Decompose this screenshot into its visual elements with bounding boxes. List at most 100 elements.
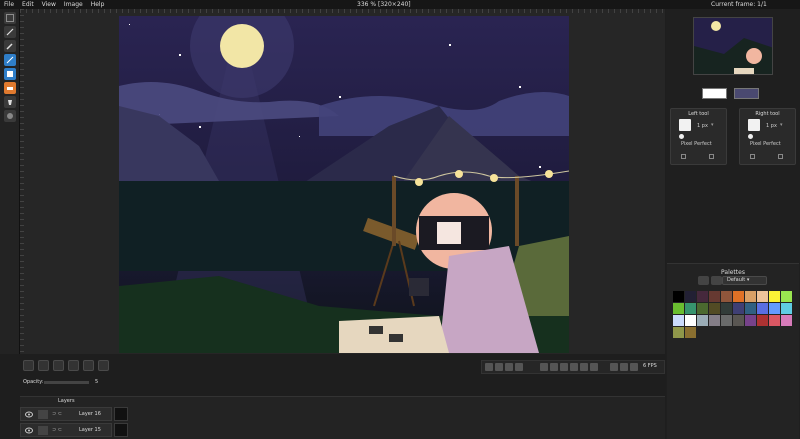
palette-swatch[interactable]	[721, 291, 732, 302]
right-option-checkbox[interactable]	[778, 154, 783, 159]
left-size-slider-handle[interactable]	[679, 134, 684, 139]
lock-icon[interactable]	[38, 410, 48, 419]
right-color-swatch[interactable]	[734, 88, 759, 99]
rect-select-tool[interactable]	[4, 12, 16, 24]
palette-swatch[interactable]	[697, 303, 708, 314]
palette-swatch[interactable]	[721, 303, 732, 314]
link-icon[interactable]: ⊃ ⊂	[52, 411, 62, 417]
play-backwards-button[interactable]	[560, 363, 568, 371]
menu-edit[interactable]: Edit	[22, 1, 34, 8]
remove-layer-button[interactable]	[38, 360, 49, 371]
left-tool-size[interactable]: 1 px	[697, 123, 708, 129]
opacity-value[interactable]: 5	[95, 379, 98, 385]
clone-layer-button[interactable]	[83, 360, 94, 371]
left-option-checkbox[interactable]	[709, 154, 714, 159]
right-size-chevron-icon[interactable]: ▾	[780, 122, 783, 128]
bucket-icon	[8, 100, 12, 105]
merge-layer-button[interactable]	[98, 360, 109, 371]
palette-swatch[interactable]	[733, 315, 744, 326]
last-frame-button[interactable]	[590, 363, 598, 371]
palette-swatch[interactable]	[781, 303, 792, 314]
edit-palette-button[interactable]	[711, 276, 722, 285]
menu-view[interactable]: View	[42, 1, 56, 8]
eye-icon[interactable]	[25, 411, 33, 418]
fps-value[interactable]: 6 FPS	[643, 363, 657, 369]
palette-swatch[interactable]	[709, 303, 720, 314]
palette-swatch[interactable]	[745, 291, 756, 302]
clone-frame-button[interactable]	[505, 363, 513, 371]
left-color-swatch[interactable]	[702, 88, 727, 99]
bucket-tool[interactable]	[4, 96, 16, 108]
rect-tool[interactable]	[4, 68, 16, 80]
palette-swatch[interactable]	[757, 315, 768, 326]
next-frame-button[interactable]	[580, 363, 588, 371]
vertical-ruler	[20, 9, 24, 354]
right-size-slider-handle[interactable]	[748, 134, 753, 139]
menu-file[interactable]: File	[4, 1, 14, 8]
onion-skin-button[interactable]	[610, 363, 618, 371]
palette-swatch[interactable]	[685, 315, 696, 326]
menu-image[interactable]: Image	[64, 1, 83, 8]
palette-swatch[interactable]	[673, 291, 684, 302]
right-pixel-perfect-checkbox[interactable]	[750, 154, 755, 159]
add-palette-button[interactable]	[698, 276, 709, 285]
move-layer-down-button[interactable]	[68, 360, 79, 371]
palette-swatch[interactable]	[781, 315, 792, 326]
loop-button[interactable]	[620, 363, 628, 371]
move-layer-up-button[interactable]	[53, 360, 64, 371]
palette-swatch[interactable]	[673, 327, 684, 338]
canvas-workspace[interactable]	[20, 9, 665, 354]
previous-frame-button[interactable]	[550, 363, 558, 371]
canvas-preview[interactable]	[693, 17, 773, 75]
lock-icon[interactable]	[38, 426, 48, 435]
menu-help[interactable]: Help	[91, 1, 105, 8]
palette-swatch[interactable]	[721, 315, 732, 326]
opacity-slider[interactable]	[44, 381, 89, 384]
palette-swatch[interactable]	[697, 315, 708, 326]
left-size-chevron-icon[interactable]: ▾	[711, 122, 714, 128]
pencil-tool[interactable]	[4, 26, 16, 38]
eye-icon[interactable]	[25, 427, 33, 434]
layer-row[interactable]: ⊃ ⊂ Layer 15	[20, 423, 112, 437]
frame-properties-button[interactable]	[515, 363, 523, 371]
palette-swatch[interactable]	[733, 291, 744, 302]
palette-swatch[interactable]	[685, 303, 696, 314]
left-tool-options: Left tool 1 px ▾ Pixel Perfect	[670, 108, 727, 165]
drawing-canvas[interactable]	[119, 16, 569, 353]
palette-select[interactable]: Default ▾	[722, 276, 767, 285]
palette-swatch[interactable]	[709, 291, 720, 302]
right-brush-preview[interactable]	[748, 119, 760, 131]
palette-swatch[interactable]	[673, 315, 684, 326]
palette-swatch[interactable]	[757, 291, 768, 302]
remove-frame-button[interactable]	[495, 363, 503, 371]
shading-tool[interactable]	[4, 110, 16, 122]
palette-swatch[interactable]	[685, 327, 696, 338]
palette-swatch[interactable]	[769, 315, 780, 326]
brush-tool[interactable]	[4, 40, 16, 52]
palette-swatch[interactable]	[757, 303, 768, 314]
eraser-tool[interactable]	[4, 82, 16, 94]
palette-swatch[interactable]	[745, 315, 756, 326]
palette-swatch[interactable]	[685, 291, 696, 302]
palette-swatch[interactable]	[709, 315, 720, 326]
palette-swatch[interactable]	[697, 291, 708, 302]
add-layer-button[interactable]	[23, 360, 34, 371]
add-frame-button[interactable]	[485, 363, 493, 371]
line-tool[interactable]	[4, 54, 16, 66]
first-frame-button[interactable]	[540, 363, 548, 371]
palette-swatch[interactable]	[745, 303, 756, 314]
palette-swatch[interactable]	[769, 291, 780, 302]
link-icon[interactable]: ⊃ ⊂	[52, 427, 62, 433]
left-brush-preview[interactable]	[679, 119, 691, 131]
left-pixel-perfect-checkbox[interactable]	[681, 154, 686, 159]
palette-swatch[interactable]	[673, 303, 684, 314]
right-pixel-perfect-label: Pixel Perfect	[750, 141, 781, 147]
palette-swatch[interactable]	[769, 303, 780, 314]
layer-row[interactable]: ⊃ ⊂ Layer 16	[20, 407, 112, 421]
fps-settings-button[interactable]	[630, 363, 638, 371]
palette-swatch[interactable]	[733, 303, 744, 314]
play-button[interactable]	[570, 363, 578, 371]
right-tool-size[interactable]: 1 px	[766, 123, 777, 129]
palette-swatch[interactable]	[781, 291, 792, 302]
palette-swatches	[673, 291, 793, 338]
